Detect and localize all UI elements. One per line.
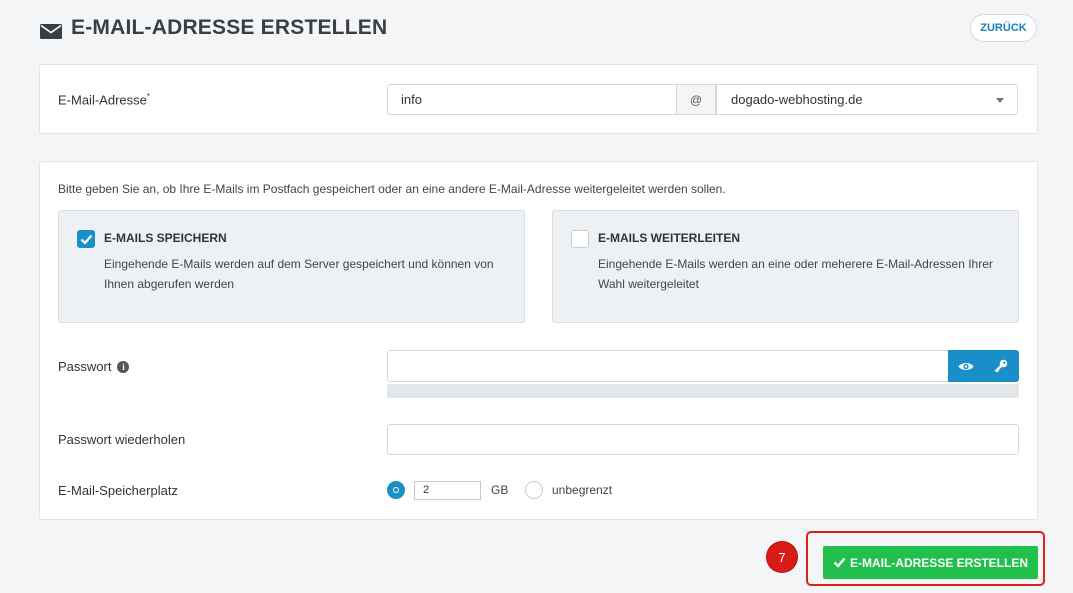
- password-button-group: [948, 350, 1019, 382]
- envelope-icon: [40, 21, 62, 39]
- page-header: E-MAIL-ADRESSE ERSTELLEN ZURÜCK: [40, 14, 1037, 44]
- back-button[interactable]: ZURÜCK: [970, 14, 1037, 42]
- password-label-text: Passwort: [58, 359, 112, 374]
- at-sign-addon: @: [676, 84, 716, 115]
- domain-select-value: dogado-webhosting.de: [731, 92, 863, 107]
- generate-password-button[interactable]: [984, 350, 1020, 382]
- storage-unlimited-label[interactable]: unbegrenzt: [552, 483, 612, 497]
- email-address-label-text: E-Mail-Adresse: [58, 92, 147, 108]
- storage-unlimited-radio[interactable]: [525, 481, 543, 499]
- password-input[interactable]: [387, 350, 949, 382]
- checkmark-icon: [833, 557, 846, 568]
- eye-icon: [958, 362, 974, 370]
- forward-emails-option[interactable]: E-MAILS WEITERLEITEN Eingehende E-Mails …: [552, 210, 1019, 323]
- step-badge: 7: [767, 542, 797, 572]
- show-password-button[interactable]: [948, 350, 984, 382]
- storage-label: E-Mail-Speicherplatz: [58, 483, 178, 498]
- store-emails-option[interactable]: E-MAILS SPEICHERN Eingehende E-Mails wer…: [58, 210, 525, 323]
- email-address-label: E-Mail-Adresse*: [58, 92, 150, 107]
- forward-emails-title: E-MAILS WEITERLEITEN: [598, 231, 740, 245]
- page-title-text: E-MAIL-ADRESSE ERSTELLEN: [71, 16, 388, 39]
- checkmark-icon: [80, 234, 93, 245]
- page-title: E-MAIL-ADRESSE ERSTELLEN: [40, 16, 387, 40]
- required-marker: *: [146, 92, 150, 101]
- delivery-intro-text: Bitte geben Sie an, ob Ihre E-Mails im P…: [58, 182, 726, 196]
- domain-select[interactable]: dogado-webhosting.de: [716, 84, 1018, 115]
- storage-unit-label: GB: [491, 483, 509, 497]
- delivery-card: Bitte geben Sie an, ob Ihre E-Mails im P…: [39, 161, 1038, 520]
- store-emails-checkbox[interactable]: [77, 230, 95, 248]
- create-email-button-label: E-MAIL-ADRESSE ERSTELLEN: [849, 555, 1028, 570]
- forward-emails-description: Eingehende E-Mails werden an eine oder m…: [598, 257, 993, 291]
- local-part-input[interactable]: info: [387, 84, 677, 115]
- email-address-card: E-Mail-Adresse* info @ dogado-webhosting…: [39, 64, 1038, 134]
- password-repeat-input[interactable]: [387, 424, 1019, 455]
- store-emails-description: Eingehende E-Mails werden auf dem Server…: [104, 257, 494, 291]
- storage-size-input[interactable]: 2: [414, 481, 481, 500]
- key-icon: [994, 359, 1008, 373]
- password-label: Passwort i: [58, 359, 130, 374]
- password-repeat-label: Passwort wiederholen: [58, 432, 186, 447]
- info-icon[interactable]: i: [117, 360, 130, 373]
- store-emails-title: E-MAILS SPEICHERN: [104, 231, 227, 245]
- password-strength-bar: [387, 384, 1019, 398]
- caret-down-icon: [996, 98, 1004, 103]
- forward-emails-checkbox[interactable]: [571, 230, 589, 248]
- storage-limited-radio[interactable]: [387, 481, 405, 499]
- create-email-button[interactable]: E-MAIL-ADRESSE ERSTELLEN: [823, 546, 1038, 579]
